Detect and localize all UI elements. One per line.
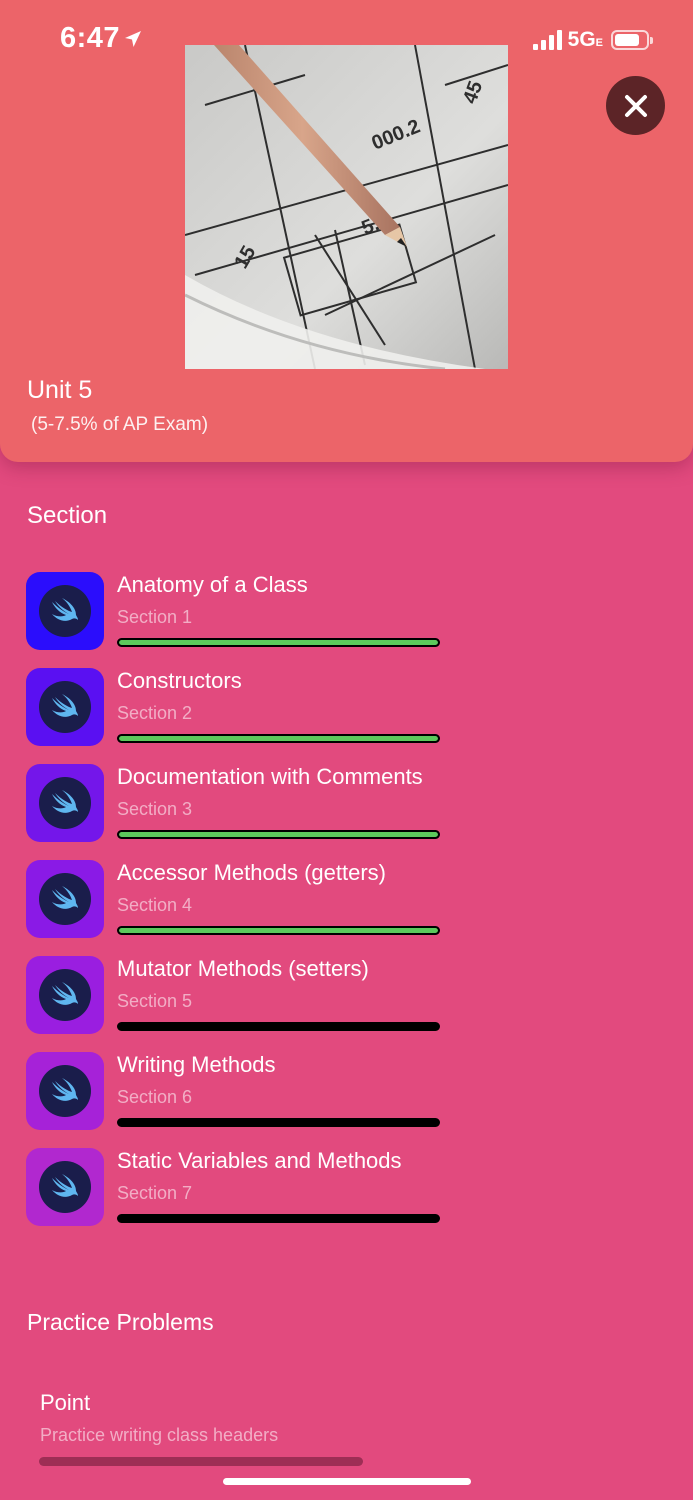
section-row[interactable]: Constructors Section 2 [26,668,626,764]
swift-bird-icon [52,598,78,621]
swift-app-icon [26,956,104,1034]
battery-icon [611,30,653,50]
section-row[interactable]: Writing Methods Section 6 [26,1052,626,1148]
section-subtitle: Section 5 [117,991,193,1011]
swift-app-icon [26,764,104,842]
swift-bird-icon [52,982,78,1005]
unit-title: Unit 5 [27,376,93,404]
section-subtitle: Section 2 [117,703,193,723]
section-progress-bar [117,1214,440,1223]
practice-problem-subtitle: Practice writing class headers [40,1425,279,1445]
section-progress-bar [117,638,440,647]
section-row[interactable]: Anatomy of a Class Section 1 [26,572,626,668]
section-progress-bar [117,1022,440,1031]
section-subtitle: Section 3 [117,799,193,819]
section-progress-bar [117,926,440,935]
section-progress-bar [117,1118,440,1127]
swift-bird-icon [52,790,78,813]
cellular-signal-icon [532,30,562,50]
home-indicator[interactable] [223,1478,471,1485]
section-subtitle: Section 4 [117,895,193,915]
practice-problem-progress-bar [39,1457,363,1466]
section-row[interactable]: Mutator Methods (setters) Section 5 [26,956,626,1052]
section-title: Anatomy of a Class [117,572,308,597]
section-title: Writing Methods [117,1052,276,1077]
network-label: 5GE [567,28,603,51]
section-row[interactable]: Documentation with Comments Section 3 [26,764,626,860]
swift-app-icon [26,668,104,746]
section-subtitle: Section 6 [117,1087,193,1107]
xmark-icon [624,94,647,117]
practice-problem-title[interactable]: Point [40,1390,90,1416]
unit-subtitle: (5-7.5% of AP Exam) [31,414,209,435]
swift-bird-icon [52,886,78,909]
section-heading: Section [27,502,108,529]
close-button[interactable] [606,76,665,135]
swift-bird-icon [52,694,78,717]
swift-app-icon [26,1052,104,1130]
section-progress-bar [117,830,440,839]
section-title: Constructors [117,668,242,693]
status-right: 5GE [532,28,653,52]
section-subtitle: Section 7 [117,1183,193,1203]
swift-app-icon [26,572,104,650]
section-progress-bar [117,734,440,743]
section-row[interactable]: Static Variables and Methods Section 7 [26,1148,626,1244]
status-time: 6:47 [60,22,121,54]
section-row[interactable]: Accessor Methods (getters) Section 4 [26,860,626,956]
swift-app-icon [26,1148,104,1226]
section-title: Accessor Methods (getters) [117,860,386,885]
section-title: Static Variables and Methods [117,1148,402,1173]
practice-problems-heading: Practice Problems [27,1309,214,1335]
unit-hero-image: 000.2 5.0 45 15 [185,45,508,369]
section-title: Documentation with Comments [117,764,423,789]
location-arrow-icon [125,31,141,47]
swift-app-icon [26,860,104,938]
swift-bird-icon [52,1078,78,1101]
swift-bird-icon [52,1174,78,1197]
section-list: Anatomy of a Class Section 1 Constructor… [26,572,626,1244]
section-subtitle: Section 1 [117,607,193,627]
section-title: Mutator Methods (setters) [117,956,369,981]
unit-header: 6:47 5GE 000.2 45 15 Unit 5 (5-7.5% of A… [0,0,693,462]
